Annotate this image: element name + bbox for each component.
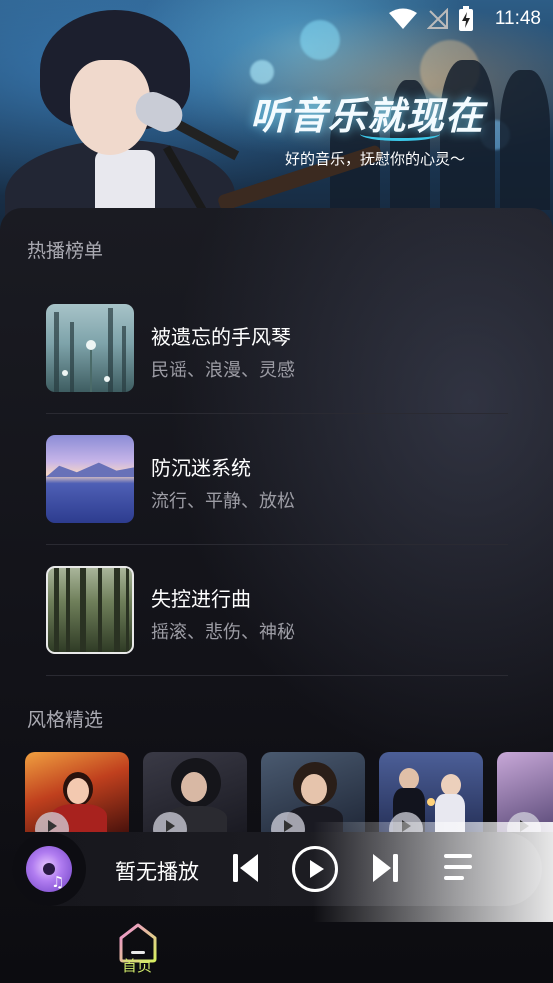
no-signal-icon (427, 8, 448, 29)
song-cover (46, 304, 134, 392)
song-title: 防沉迷系统 (151, 456, 251, 480)
status-time: 11:48 (494, 8, 541, 29)
song-tags: 摇滚、悲伤、神秘 (151, 622, 295, 643)
song-title: 失控进行曲 (151, 587, 251, 611)
style-card-1[interactable] (25, 752, 129, 832)
previous-icon[interactable] (231, 852, 261, 884)
divider (46, 675, 508, 676)
mini-player[interactable]: ♫ 暂无播放 (12, 832, 542, 906)
chart-item-3[interactable]: 失控进行曲 摇滚、悲伤、神秘 (46, 566, 508, 697)
play-pause-button[interactable] (291, 845, 339, 893)
battery-charging-icon (459, 6, 473, 31)
chart-item-1[interactable]: 被遗忘的手风琴 民谣、浪漫、灵感 (46, 304, 508, 435)
playlist-icon[interactable] (442, 852, 474, 882)
nav-home-label[interactable]: 首页 (122, 955, 152, 976)
status-bar: 11:48 (0, 0, 553, 36)
style-picks-title: 风格精选 (27, 709, 104, 731)
song-title: 被遗忘的手风琴 (151, 325, 291, 349)
hero-banner[interactable]: 听音乐就现在 好的音乐，抚慰你的心灵～ (0, 0, 553, 240)
hot-chart-title: 热播榜单 (27, 240, 104, 262)
song-tags: 民谣、浪漫、灵感 (151, 360, 295, 381)
next-icon[interactable] (370, 852, 400, 884)
style-card-3[interactable] (261, 752, 365, 832)
hero-title-underline (360, 127, 440, 141)
divider (46, 544, 508, 545)
divider (46, 413, 508, 414)
style-card-5[interactable] (497, 752, 553, 832)
music-note-icon: ♫ (51, 873, 65, 891)
disc-icon (26, 846, 72, 892)
wifi-icon (389, 8, 417, 29)
player-status: 暂无播放 (115, 860, 199, 884)
hero-subtitle: 好的音乐，抚慰你的心灵～ (285, 150, 466, 168)
style-card-2[interactable] (143, 752, 247, 832)
song-tags: 流行、平静、放松 (151, 491, 295, 512)
album-disc[interactable]: ♫ (12, 832, 86, 906)
chart-item-2[interactable]: 防沉迷系统 流行、平静、放松 (46, 435, 508, 566)
song-cover (46, 435, 134, 523)
play-icon[interactable] (507, 812, 541, 832)
song-cover (46, 566, 134, 654)
style-card-4[interactable] (379, 752, 483, 832)
